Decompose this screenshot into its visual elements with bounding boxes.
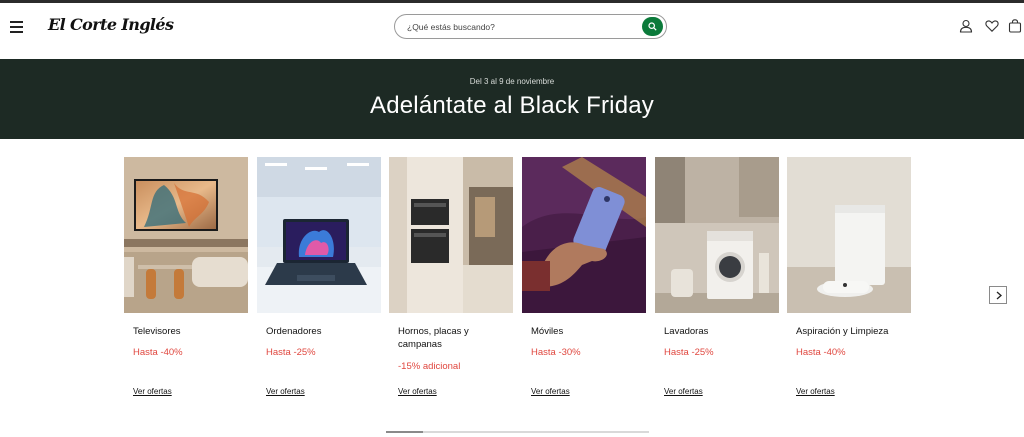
category-name: Aspiración y Limpieza: [796, 326, 889, 337]
ver-ofertas-link[interactable]: Ver ofertas: [266, 387, 305, 396]
category-offer: Hasta -40%: [796, 347, 846, 358]
ver-ofertas-link[interactable]: Ver ofertas: [664, 387, 703, 396]
category-offer: Hasta -25%: [266, 347, 316, 358]
site-header: El Corte Inglés: [0, 3, 1024, 59]
bag-icon[interactable]: [1008, 19, 1022, 33]
tv-image[interactable]: [124, 157, 248, 313]
heart-icon[interactable]: [985, 19, 999, 33]
category-name: Lavadoras: [664, 326, 709, 337]
carousel-scrollbar[interactable]: [386, 431, 649, 433]
banner-subtitle: Del 3 al 9 de noviembre: [469, 77, 555, 86]
category-offer: Hasta -30%: [531, 347, 581, 358]
search-button[interactable]: [642, 17, 663, 36]
ver-ofertas-link[interactable]: Ver ofertas: [133, 387, 172, 396]
menu-icon[interactable]: [10, 19, 24, 33]
category-name: Hornos, placas y campanas: [398, 326, 469, 350]
category-offer: Hasta -40%: [133, 347, 183, 358]
category-name: Móviles: [531, 326, 564, 337]
carousel-next-button[interactable]: [989, 286, 1007, 304]
laptop-image[interactable]: [257, 157, 381, 313]
category-offer: -15% adicional: [398, 361, 461, 372]
oven-image[interactable]: [389, 157, 513, 313]
category-name: Ordenadores: [266, 326, 322, 337]
category-offer: Hasta -25%: [664, 347, 714, 358]
carousel-scroll-thumb[interactable]: [386, 431, 423, 433]
ver-ofertas-link[interactable]: Ver ofertas: [398, 387, 437, 396]
search-bar: [394, 14, 667, 39]
category-card-ordenadores[interactable]: Ordenadores Hasta -25% Ver ofertas: [257, 157, 381, 396]
category-name: Televisores: [133, 326, 181, 337]
ver-ofertas-link[interactable]: Ver ofertas: [796, 387, 835, 396]
category-card-moviles[interactable]: Móviles Hasta -30% Ver ofertas: [522, 157, 646, 396]
search-icon: [648, 22, 657, 31]
vacuum-image[interactable]: [787, 157, 911, 313]
logo[interactable]: El Corte Inglés: [48, 15, 174, 34]
chevron-right-icon: [996, 291, 1002, 300]
ver-ofertas-link[interactable]: Ver ofertas: [531, 387, 570, 396]
search-input[interactable]: [407, 19, 632, 35]
phone-image[interactable]: [522, 157, 646, 313]
category-card-televisores[interactable]: Televisores Hasta -40% Ver ofertas: [124, 157, 248, 396]
user-icon[interactable]: [959, 19, 973, 33]
banner-title: Adelántate al Black Friday: [369, 92, 654, 119]
category-card-hornos[interactable]: Hornos, placas y campanas -15% adicional…: [389, 157, 513, 396]
washer-image[interactable]: [655, 157, 779, 313]
promo-banner[interactable]: Del 3 al 9 de noviembre Adelántate al Bl…: [0, 59, 1024, 139]
category-card-lavadoras[interactable]: Lavadoras Hasta -25% Ver ofertas: [655, 157, 779, 396]
category-card-aspiracion[interactable]: Aspiración y Limpieza Hasta -40% Ver ofe…: [787, 157, 911, 396]
